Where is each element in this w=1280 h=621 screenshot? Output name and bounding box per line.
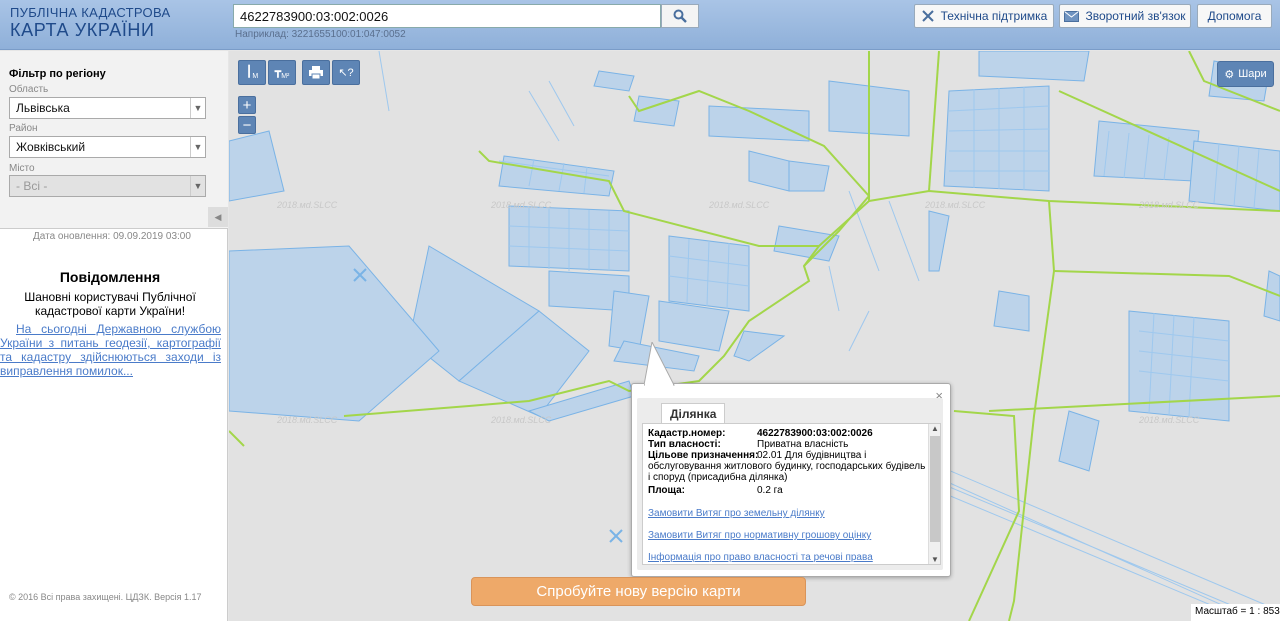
support-label: Технічна підтримка: [940, 9, 1048, 23]
cadnum-value: 4622783900:03:002:0026: [757, 428, 873, 439]
sidebar: Фільтр по регіону Область Львівська ▼ Ра…: [0, 51, 228, 621]
parcel-info: Кадастр.номер: 4622783900:03:002:0026 Ти…: [642, 423, 941, 565]
raion-label: Район: [9, 123, 38, 134]
oblast-select[interactable]: Львівська ▼: [9, 97, 206, 119]
layers-label: Шари: [1238, 68, 1267, 80]
raion-select[interactable]: Жовківський ▼: [9, 136, 206, 158]
measure-distance-button[interactable]: ┃M: [238, 60, 266, 85]
ownership-info-link[interactable]: Інформація про право власності та речові…: [648, 552, 873, 563]
chevron-down-icon[interactable]: ▼: [931, 555, 939, 564]
popup-body: Ділянка Кадастр.номер: 4622783900:03:002…: [637, 398, 943, 570]
scale-readout: Масштаб = 1 : 8531: [1191, 604, 1280, 621]
logo-line-1: ПУБЛІЧНА КАДАСТРОВА: [10, 5, 171, 20]
cursor-help-icon: ↖?: [338, 67, 354, 79]
cadnum-key: Кадастр.номер:: [648, 428, 726, 439]
notice-title: Повідомлення: [59, 269, 161, 285]
svg-text:2018.мd.SLCC: 2018.мd.SLCC: [276, 415, 338, 425]
chevron-up-icon[interactable]: ▲: [931, 424, 939, 433]
printer-icon: [309, 66, 323, 79]
svg-text:2018.мd.SLCC: 2018.мd.SLCC: [1138, 415, 1200, 425]
layers-button[interactable]: ⚙ Шари: [1217, 61, 1274, 87]
collapse-sidebar-button[interactable]: ◀: [208, 207, 228, 227]
tools-icon: [921, 10, 934, 22]
header-bar: ПУБЛІЧНА КАДАСТРОВА КАРТА УКРАЇНИ Наприк…: [0, 0, 1280, 50]
misto-label: Місто: [9, 163, 35, 174]
gear-icon: ⚙: [1224, 68, 1235, 81]
cadnum-row: Кадастр.номер:: [648, 428, 725, 439]
area-icon: ┳M²: [274, 65, 290, 81]
popup-pointer: [644, 342, 675, 386]
search-button[interactable]: [661, 4, 699, 28]
region-filter: Фільтр по регіону Область Львівська ▼ Ра…: [0, 51, 228, 229]
update-date: Дата оновлення: 09.09.2019 03:00: [33, 231, 191, 242]
area-key: Площа:: [648, 485, 685, 496]
search-icon: [673, 9, 687, 23]
area-value: 0.2 га: [757, 485, 783, 496]
notice-link[interactable]: На сьогодні Державною службою України з …: [0, 322, 221, 378]
area-row: Площа:: [648, 485, 685, 496]
ownership-row: Тип власності:: [648, 439, 721, 450]
measure-area-button[interactable]: ┳M²: [268, 60, 296, 85]
svg-text:2018.мd.SLCC: 2018.мd.SLCC: [490, 415, 552, 425]
support-button[interactable]: Технічна підтримка: [914, 4, 1054, 28]
tab-parcel[interactable]: Ділянка: [661, 403, 726, 424]
logo[interactable]: ПУБЛІЧНА КАДАСТРОВА КАРТА УКРАЇНИ: [10, 6, 170, 39]
help-label: Допомога: [1207, 9, 1262, 23]
oblast-label: Область: [9, 84, 49, 95]
chevron-down-icon: ▼: [190, 137, 205, 157]
notice-greeting: Шановні користувачі Публічної кадастрово…: [24, 290, 196, 318]
parcel-popup: × Ділянка Кадастр.номер: 4622783900:03:0…: [631, 342, 951, 577]
svg-text:2018.мd.SLCC: 2018.мd.SLCC: [1138, 200, 1200, 210]
chevron-down-icon: ▼: [190, 176, 205, 196]
svg-text:2018.мd.SLCC: 2018.мd.SLCC: [924, 200, 986, 210]
svg-text:2018.мd.SLCC: 2018.мd.SLCC: [490, 200, 552, 210]
search-hint: Наприклад: 3221655100:01:047:0052: [235, 29, 406, 40]
chevron-down-icon: ▼: [190, 98, 205, 118]
help-button[interactable]: Допомога: [1197, 4, 1272, 28]
envelope-icon: [1064, 10, 1080, 22]
identify-button[interactable]: ↖?: [332, 60, 360, 85]
map-canvas[interactable]: 2018.мd.SLCC 2018.мd.SLCC 2018.мd.SLCC 2…: [229, 51, 1280, 621]
print-button[interactable]: [302, 60, 330, 85]
svg-text:2018.мd.SLCC: 2018.мd.SLCC: [276, 200, 338, 210]
zoom-out-button[interactable]: −: [238, 116, 256, 134]
misto-select[interactable]: - Всі - ▼: [9, 175, 206, 197]
ownership-key: Тип власності:: [648, 439, 721, 450]
raion-value: Жовківський: [16, 140, 86, 154]
order-valuation-link[interactable]: Замовити Витяг про нормативну грошову оц…: [648, 530, 871, 541]
svg-text:2018.мd.SLCC: 2018.мd.SLCC: [708, 200, 770, 210]
logo-line-2: КАРТА УКРАЇНИ: [10, 20, 155, 40]
filter-title: Фільтр по регіону: [9, 68, 106, 80]
oblast-value: Львівська: [16, 101, 70, 115]
copyright: © 2016 Всі права захищені. ЦДЗК. Версія …: [9, 592, 202, 602]
search-input[interactable]: [233, 4, 661, 28]
popup-scrollbar[interactable]: ▲ ▼: [928, 424, 940, 564]
order-extract-link[interactable]: Замовити Витяг про земельну ділянку: [648, 508, 825, 519]
new-version-button[interactable]: Спробуйте нову версію карти: [471, 577, 806, 606]
ownership-value: Приватна власність: [757, 439, 849, 450]
feedback-button[interactable]: Зворотний зв'язок: [1059, 4, 1191, 28]
misto-value: - Всі -: [16, 179, 48, 193]
purpose-value: 02.01 Для будівництва і обслуговування ж…: [648, 450, 926, 483]
feedback-label: Зворотний зв'язок: [1085, 9, 1186, 23]
zoom-in-button[interactable]: +: [238, 96, 256, 114]
ruler-icon: ┃M: [245, 65, 259, 81]
scrollbar-thumb[interactable]: [930, 436, 940, 542]
